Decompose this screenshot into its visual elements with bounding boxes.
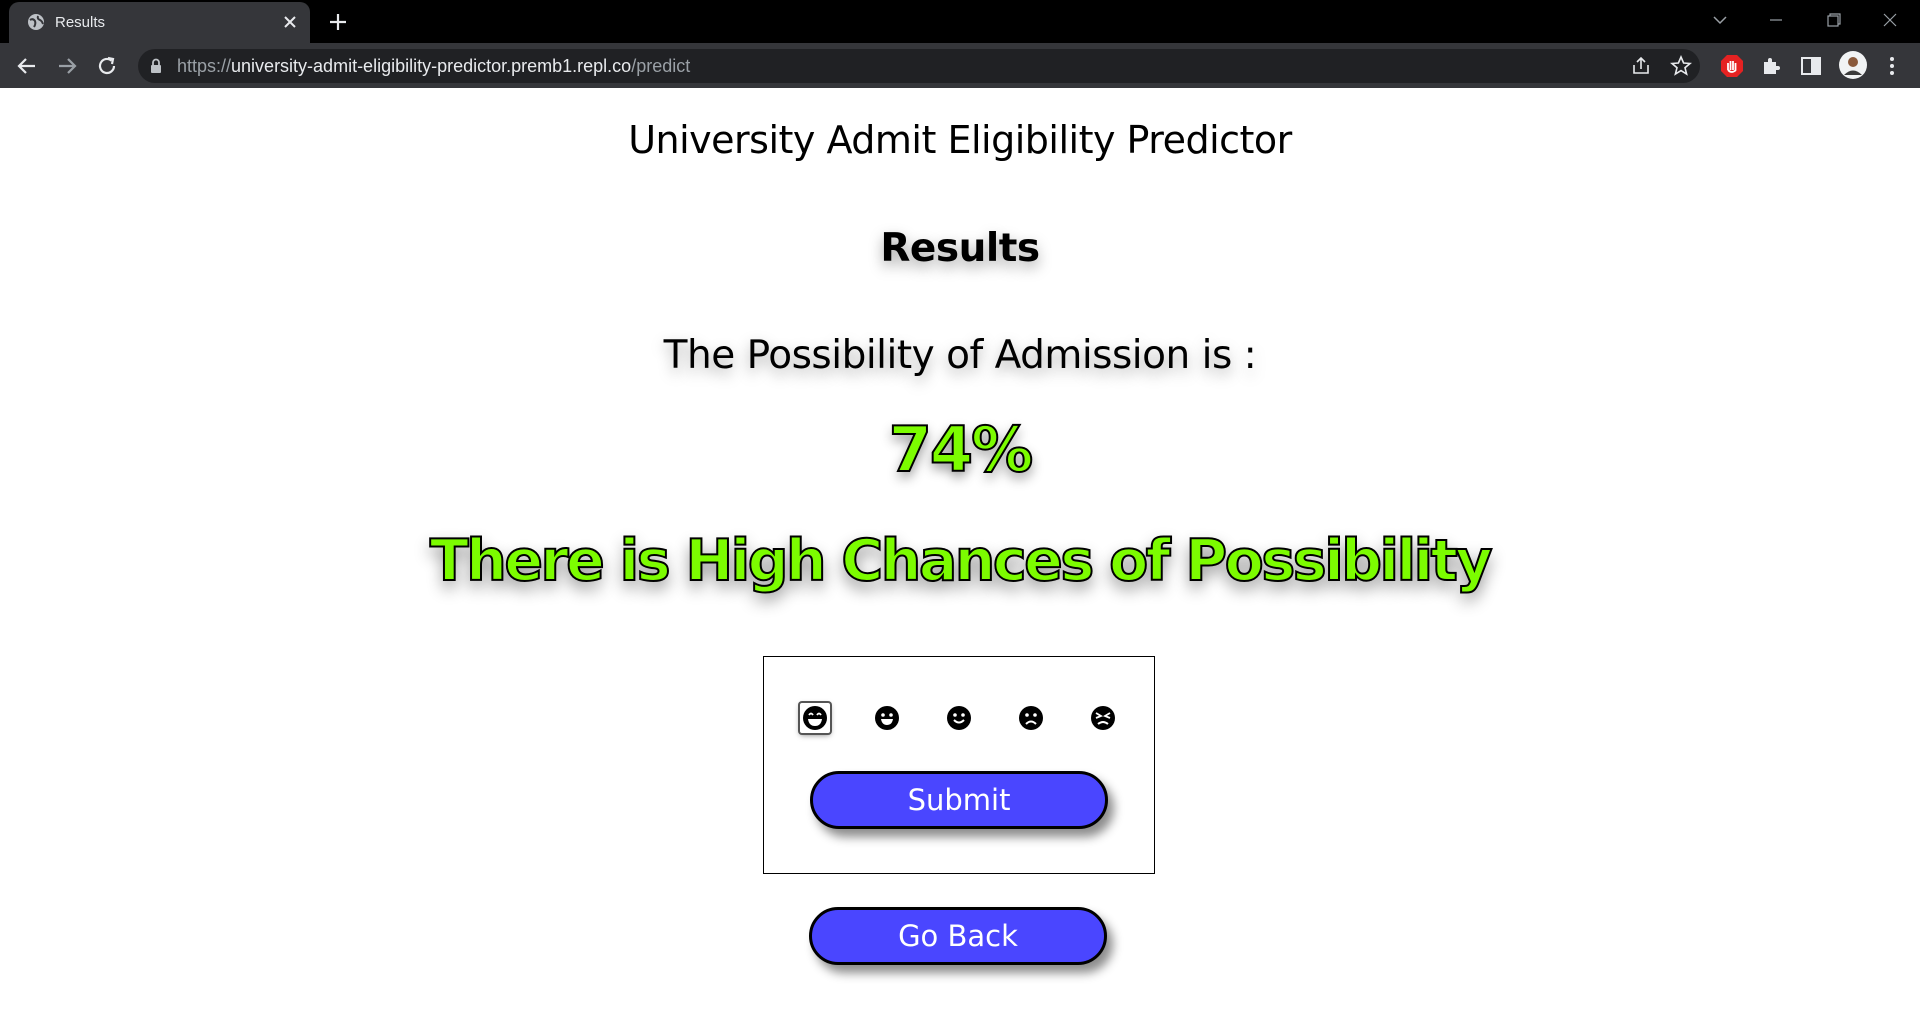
tab-title: Results: [55, 14, 106, 31]
back-arrow-icon[interactable]: [14, 53, 40, 79]
share-icon[interactable]: [1630, 55, 1652, 77]
address-bar[interactable]: https://university-admit-eligibility-pre…: [138, 49, 1700, 83]
new-tab-icon[interactable]: [326, 10, 350, 34]
puzzle-icon[interactable]: [1759, 54, 1783, 78]
url-host: university-admit-eligibility-predictor.p…: [231, 56, 632, 76]
forward-arrow-icon[interactable]: [54, 53, 80, 79]
browser-tab-strip: Results: [0, 0, 1920, 43]
page-content: University Admit Eligibility Predictor R…: [0, 88, 1920, 1020]
avatar[interactable]: [1838, 50, 1868, 80]
url-path: /predict: [631, 56, 691, 76]
url-text[interactable]: https://university-admit-eligibility-pre…: [177, 49, 690, 83]
star-icon[interactable]: [1670, 55, 1692, 77]
close-icon[interactable]: [280, 12, 300, 32]
possibility-label: The Possibility of Admission is :: [663, 333, 1257, 378]
verdict-text: There is High Chances of Possibility: [429, 527, 1494, 595]
very-happy-icon[interactable]: [800, 703, 830, 733]
browser-tab[interactable]: Results: [9, 2, 310, 43]
smile-icon[interactable]: [944, 703, 974, 733]
results-heading: Results: [880, 226, 1040, 271]
page-title: University Admit Eligibility Predictor: [628, 118, 1292, 162]
chevron-down-icon[interactable]: [1706, 8, 1734, 32]
submit-button[interactable]: Submit: [810, 771, 1108, 829]
restore-icon[interactable]: [1819, 8, 1847, 32]
admission-percentage: 74%: [888, 412, 1034, 487]
window-close-icon[interactable]: [1876, 8, 1904, 32]
minimize-icon[interactable]: [1762, 8, 1790, 32]
feedback-form: Submit: [763, 656, 1155, 874]
lock-icon[interactable]: [148, 57, 164, 75]
angry-icon[interactable]: [1088, 703, 1118, 733]
sad-icon[interactable]: [1016, 703, 1046, 733]
go-back-button[interactable]: Go Back: [809, 907, 1107, 965]
reload-icon[interactable]: [94, 53, 120, 79]
url-scheme: https://: [177, 56, 232, 76]
side-panel-icon[interactable]: [1799, 54, 1823, 78]
happy-icon[interactable]: [872, 703, 902, 733]
kebab-menu-icon[interactable]: [1882, 54, 1902, 78]
extension-stop-icon[interactable]: [1719, 53, 1745, 79]
globe-icon: [28, 14, 44, 30]
